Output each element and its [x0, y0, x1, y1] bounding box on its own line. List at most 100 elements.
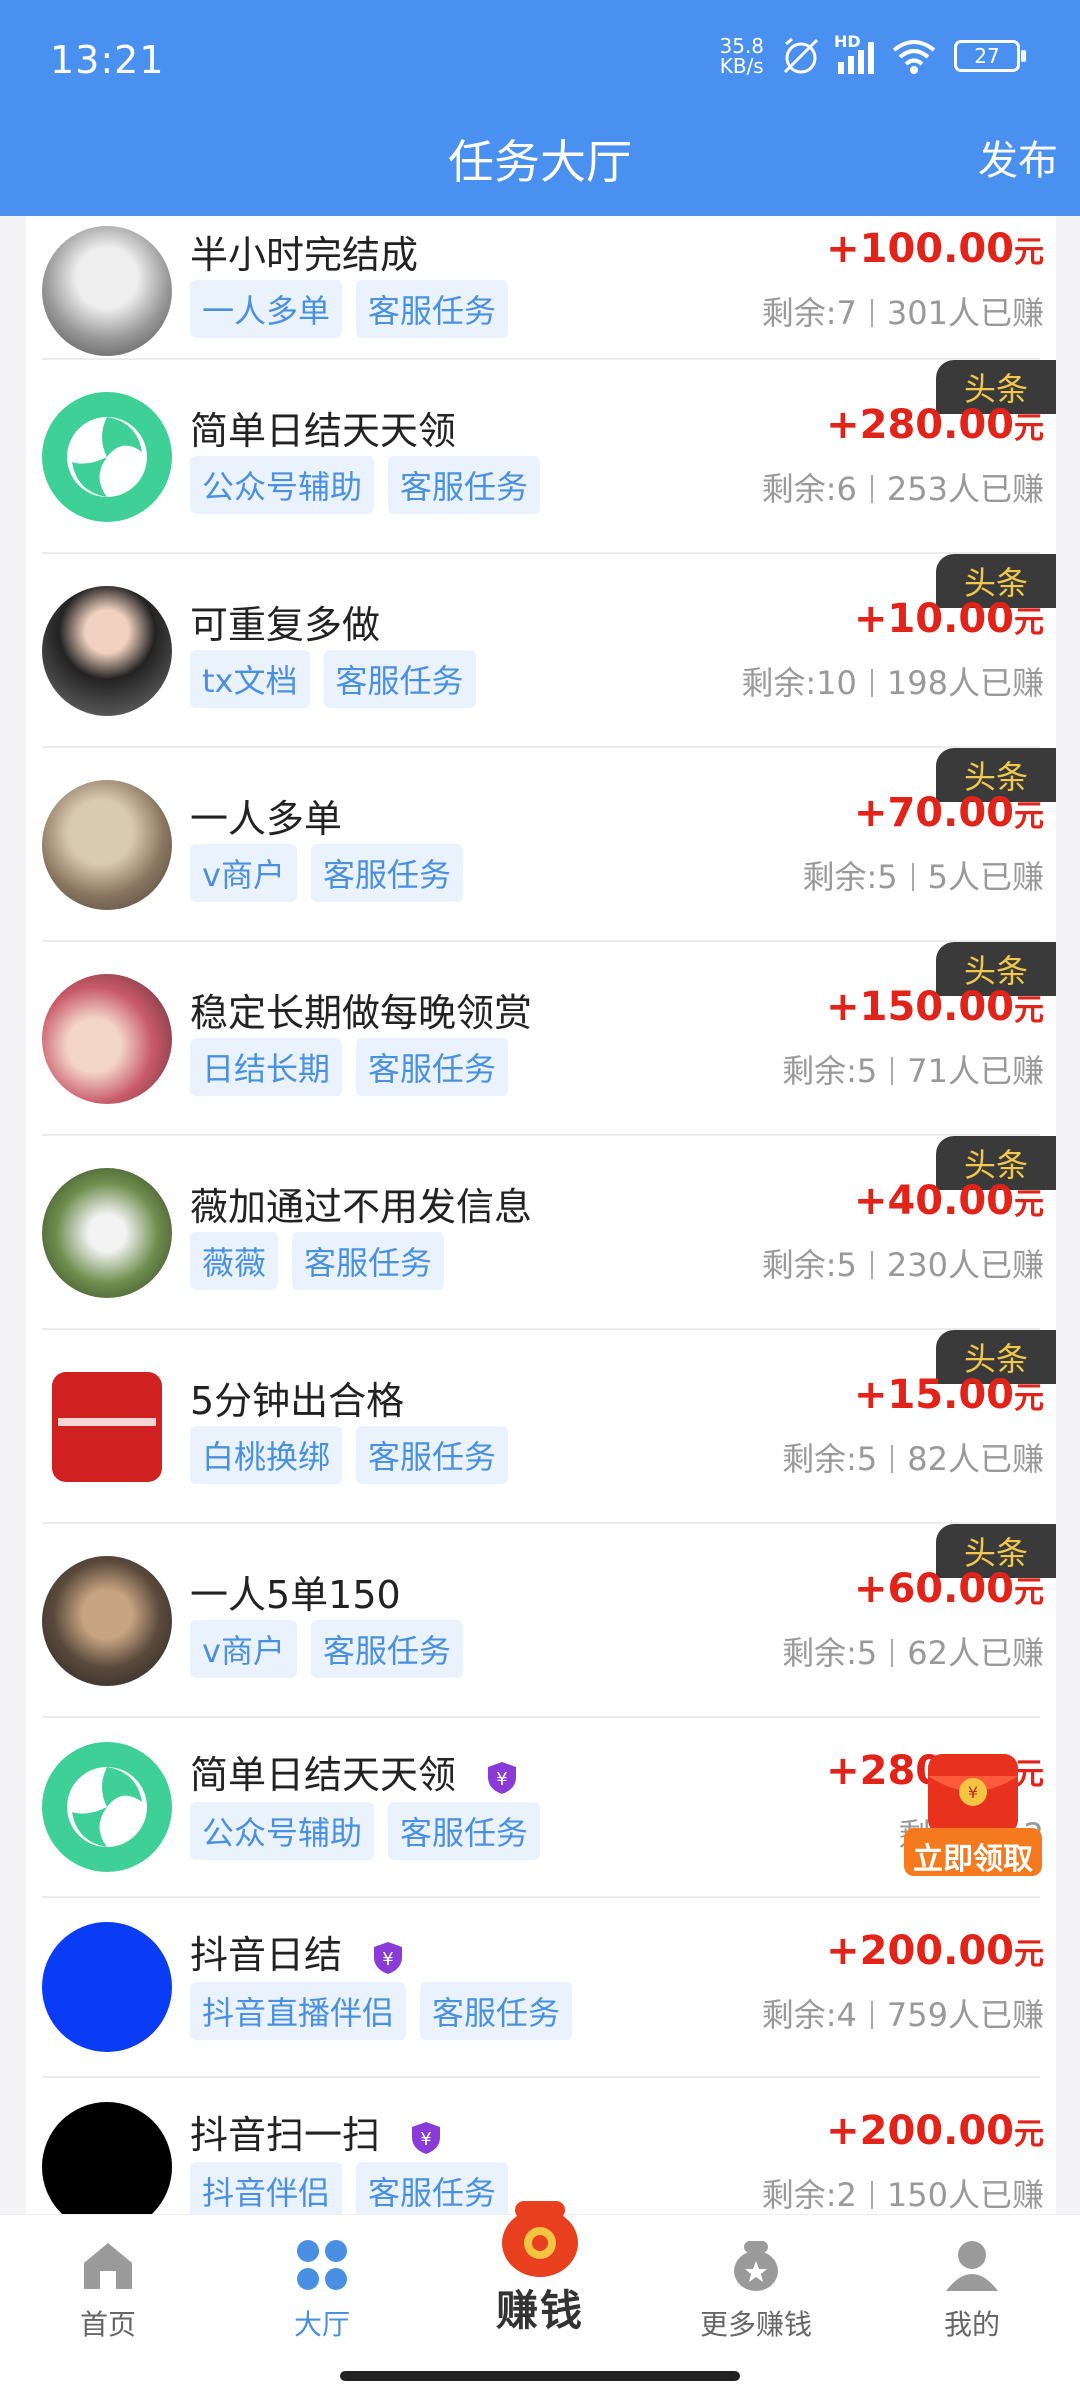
- task-meta: 剩余:2 150人已赚: [761, 2176, 1044, 2214]
- avatar: [42, 1922, 172, 2052]
- svg-text:¥: ¥: [968, 1783, 978, 1802]
- svg-text:¥: ¥: [382, 1949, 393, 1970]
- task-tag: 客服任务: [310, 1620, 463, 1678]
- task-title: 一人多单: [190, 797, 343, 841]
- task-tag: 客服任务: [323, 650, 476, 708]
- task-title: 稳定长期做每晚领赏: [190, 991, 533, 1035]
- task-tag: 公众号辅助: [190, 1802, 375, 1860]
- task-tag: v商户: [190, 844, 297, 902]
- task-tag: 客服任务: [292, 1232, 445, 1290]
- coin-bag-icon: [734, 2241, 778, 2291]
- task-tag: 客服任务: [310, 844, 463, 902]
- task-list[interactable]: 半小时完结成 一人多单 客服任务 +100.00元 剩余:7 301人已赚 头条 …: [26, 216, 1056, 2214]
- task-tag: 一人多单: [190, 280, 343, 338]
- vip-shield-icon: ¥: [374, 1941, 403, 1974]
- svg-text:¥: ¥: [420, 2129, 431, 2150]
- avatar: [42, 2102, 172, 2214]
- battery-indicator: 27: [954, 40, 1026, 72]
- task-meta: 剩余:5 62人已赚: [782, 1634, 1044, 1672]
- task-meta: 剩余:4 759人已赚: [761, 1996, 1044, 2034]
- task-price: +200.00元: [826, 2108, 1044, 2154]
- task-row[interactable]: 头条 薇加通过不用发信息 薇薇 客服任务 +40.00元 剩余:5 230人已赚: [26, 1136, 1056, 1330]
- task-price: +200.00元: [826, 1928, 1044, 1974]
- avatar: [42, 226, 172, 356]
- task-meta: 剩余:7 301人已赚: [761, 294, 1044, 332]
- task-row[interactable]: 抖音日结 ¥ 抖音直播伴侣 客服任务 +200.00元 剩余:4 759人已赚: [26, 1898, 1056, 2078]
- page-title: 任务大厅: [448, 135, 632, 189]
- task-tag: 客服任务: [356, 1038, 509, 1096]
- task-tag: 日结长期: [190, 1038, 343, 1096]
- home-indicator[interactable]: [340, 2371, 740, 2381]
- task-tag: 客服任务: [356, 280, 509, 338]
- avatar: [42, 1168, 172, 1298]
- nav-earn[interactable]: 赚钱: [470, 2189, 610, 2338]
- task-price: +100.00元: [826, 226, 1044, 272]
- nav-mine[interactable]: 我的: [902, 2237, 1042, 2343]
- avatar: [42, 586, 172, 716]
- vip-shield-icon: ¥: [488, 1761, 517, 1794]
- task-tag: 客服任务: [388, 456, 541, 514]
- avatar: [42, 1742, 172, 1872]
- task-row[interactable]: 头条 5分钟出合格 白桃换绑 客服任务 +15.00元 剩余:5 82人已赚: [26, 1330, 1056, 1524]
- wifi-icon: [892, 40, 936, 74]
- publish-button[interactable]: 发布: [978, 128, 1058, 186]
- avatar: [42, 780, 172, 910]
- envelope-label: 立即领取: [913, 1842, 1033, 1877]
- task-meta: 剩余:10 198人已赚: [741, 664, 1044, 702]
- task-tag: 抖音直播伴侣: [190, 1982, 407, 2040]
- signal-icon: HD: [834, 32, 874, 74]
- task-price: +280.00元: [826, 402, 1044, 448]
- task-title: 一人5单150: [190, 1573, 401, 1617]
- task-price: +70.00元: [853, 790, 1044, 836]
- task-title: 抖音日结 ¥: [190, 1924, 404, 1979]
- nav-hall[interactable]: 大厅: [252, 2237, 392, 2343]
- task-price: +15.00元: [853, 1372, 1044, 1418]
- task-price: +60.00元: [853, 1566, 1044, 1612]
- nav-more-earn[interactable]: 更多赚钱: [686, 2237, 826, 2343]
- avatar: [42, 974, 172, 1104]
- task-tag: 客服任务: [388, 1802, 541, 1860]
- task-row[interactable]: 头条 稳定长期做每晚领赏 日结长期 客服任务 +150.00元 剩余:5 71人已…: [26, 942, 1056, 1136]
- task-tag: 薇薇: [190, 1232, 279, 1290]
- task-title: 抖音扫一扫 ¥: [190, 2104, 442, 2159]
- task-tag: 客服任务: [356, 1426, 509, 1484]
- network-speed: 35.8 KB/s: [719, 34, 764, 78]
- app-header: 13:21 35.8 KB/s HD 27 任务大厅 发布: [0, 0, 1080, 216]
- task-tag: 公众号辅助: [190, 456, 375, 514]
- user-icon: [946, 2241, 998, 2291]
- task-meta: 剩余:5 5人已赚: [802, 858, 1044, 896]
- task-title: 半小时完结成: [190, 233, 419, 277]
- status-icons: 35.8 KB/s HD 27: [719, 32, 1026, 78]
- task-row[interactable]: 半小时完结成 一人多单 客服任务 +100.00元 剩余:7 301人已赚: [26, 216, 1056, 360]
- task-tag: tx文档: [190, 650, 310, 708]
- red-envelope-button[interactable]: ¥ 立即领取: [900, 1746, 1046, 1886]
- avatar: [42, 392, 172, 522]
- task-row[interactable]: 头条 可重复多做 tx文档 客服任务 +10.00元 剩余:10 198人已赚: [26, 554, 1056, 748]
- app-logo-icon: [67, 1767, 147, 1847]
- alarm-off-icon: [783, 37, 819, 74]
- task-title: 可重复多做: [190, 603, 381, 647]
- money-bag-icon: [502, 2201, 578, 2277]
- task-row[interactable]: 头条 一人多单 v商户 客服任务 +70.00元 剩余:5 5人已赚: [26, 748, 1056, 942]
- task-tag: 抖音伴侣: [190, 2162, 343, 2214]
- task-title: 5分钟出合格: [190, 1379, 405, 1423]
- museum-logo-icon: [42, 1362, 172, 1492]
- task-meta: 剩余:5 82人已赚: [782, 1440, 1044, 1478]
- task-title: 简单日结天天领 ¥: [190, 1744, 518, 1799]
- task-price: +150.00元: [826, 984, 1044, 1030]
- task-price: +10.00元: [853, 596, 1044, 642]
- task-row[interactable]: 头条 一人5单150 v商户 客服任务 +60.00元 剩余:5 62人已赚: [26, 1524, 1056, 1718]
- svg-text:¥: ¥: [496, 1769, 507, 1790]
- vip-shield-icon: ¥: [412, 2121, 441, 2154]
- bottom-navigation: 首页 大厅 赚钱 更多赚钱 我的: [0, 2201, 1080, 2401]
- task-row[interactable]: 头条 简单日结天天领 公众号辅助 客服任务 +280.00元 剩余:6 253人已…: [26, 360, 1056, 554]
- status-time: 13:21: [50, 38, 165, 82]
- nav-home[interactable]: 首页: [38, 2237, 178, 2343]
- task-tag: 白桃换绑: [190, 1426, 343, 1484]
- app-logo-icon: [67, 417, 147, 497]
- task-title: 简单日结天天领: [190, 409, 457, 453]
- task-title: 薇加通过不用发信息: [190, 1185, 533, 1229]
- avatar: [42, 1556, 172, 1686]
- task-meta: 剩余:6 253人已赚: [761, 470, 1044, 508]
- task-tag: 客服任务: [420, 1982, 573, 2040]
